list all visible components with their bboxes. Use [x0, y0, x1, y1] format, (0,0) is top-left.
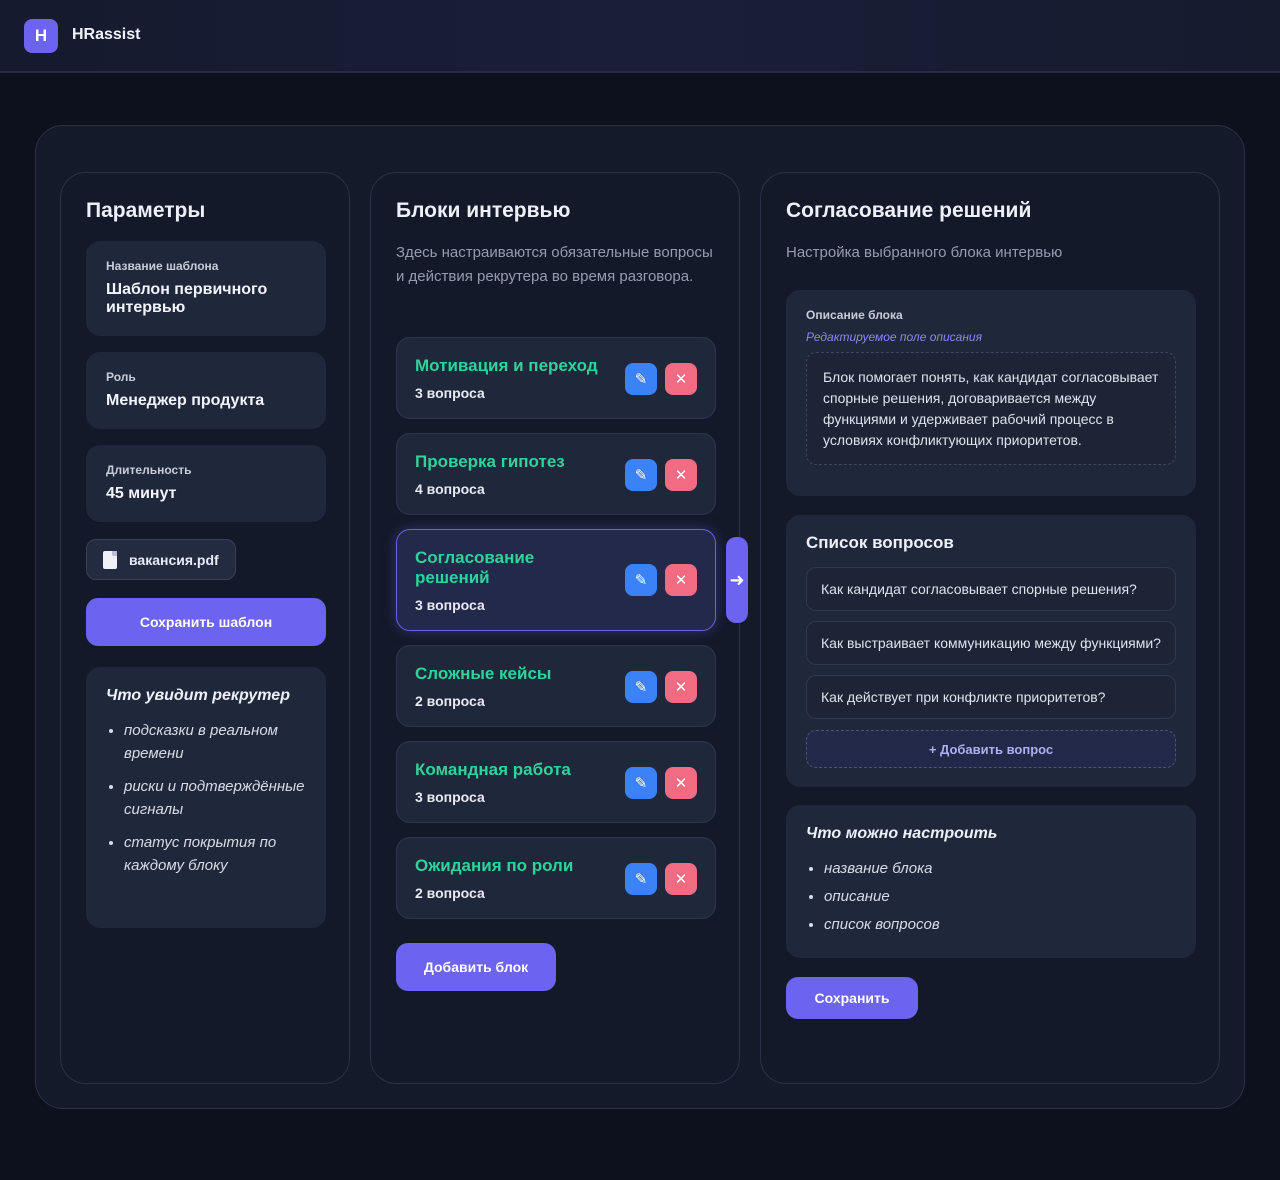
block-title: Согласование решений — [415, 548, 535, 587]
block-card[interactable]: Командная работа 3 вопроса ✎ ✕ — [396, 741, 716, 823]
blocks-column: Блоки интервью Здесь настраиваются обяза… — [370, 172, 740, 1084]
block-title: Сложные кейсы — [415, 664, 552, 683]
delete-icon[interactable]: ✕ — [665, 767, 697, 799]
configurable-title: Что можно настроить — [806, 825, 998, 842]
block-card[interactable]: Проверка гипотез 4 вопроса ✎ ✕ — [396, 433, 716, 515]
role-field[interactable]: Роль Менеджер продукта — [86, 352, 326, 429]
field-value: Менеджер продукта — [106, 392, 265, 409]
list-item: подсказки в реальном времени — [124, 719, 306, 765]
list-item: название блока — [824, 857, 1176, 880]
block-count: 3 вопроса — [415, 385, 485, 401]
block-title: Проверка гипотез — [415, 452, 565, 471]
delete-icon[interactable]: ✕ — [665, 459, 697, 491]
description-card: Описание блока Редактируемое поле описан… — [786, 290, 1196, 496]
add-question-button[interactable]: + Добавить вопрос — [806, 730, 1176, 768]
block-title: Командная работа — [415, 760, 571, 779]
block-card[interactable]: Мотивация и переход 3 вопроса ✎ ✕ — [396, 337, 716, 419]
edit-icon[interactable]: ✎ — [625, 564, 657, 596]
block-card[interactable]: Ожидания по роли 2 вопроса ✎ ✕ — [396, 837, 716, 919]
block-card-selected[interactable]: Согласование решений 3 вопроса ✎ ✕ — [396, 529, 716, 631]
block-count: 3 вопроса — [415, 789, 485, 805]
save-button[interactable]: Сохранить — [786, 977, 918, 1019]
edit-icon[interactable]: ✎ — [625, 863, 657, 895]
field-value: Шаблон первичного интервью — [106, 281, 268, 316]
description-label: Описание блока — [806, 308, 903, 322]
file-name: вакансия.pdf — [129, 551, 219, 568]
detail-title: Согласование решений — [786, 199, 1032, 222]
block-count: 3 вопроса — [415, 597, 485, 613]
list-item: описание — [824, 885, 1176, 908]
description-hint: Редактируемое поле описания — [806, 330, 983, 344]
params-title: Параметры — [86, 199, 206, 222]
recruiter-view-card: Что увидит рекрутер подсказки в реальном… — [86, 667, 326, 928]
questions-title: Список вопросов — [806, 533, 954, 552]
edit-icon[interactable]: ✎ — [625, 363, 657, 395]
edit-icon[interactable]: ✎ — [625, 767, 657, 799]
blocks-subtitle: Здесь настраиваются обязательные вопросы… — [396, 244, 713, 285]
top-bar: H HRassist — [0, 0, 1280, 73]
add-block-button[interactable]: Добавить блок — [396, 943, 556, 991]
arrow-right-icon[interactable]: ➜ — [726, 537, 748, 623]
field-label: Длительность — [106, 463, 192, 477]
questions-card: Список вопросов Как кандидат согласовыва… — [786, 515, 1196, 787]
app-name: HRassist — [72, 26, 141, 43]
save-template-button[interactable]: Сохранить шаблон — [86, 598, 326, 646]
duration-field[interactable]: Длительность 45 минут — [86, 445, 326, 522]
field-value: 45 минут — [106, 485, 177, 502]
block-count: 4 вопроса — [415, 481, 485, 497]
detail-subtitle: Настройка выбранного блока интервью — [786, 244, 1063, 261]
app-logo: H — [24, 19, 58, 53]
question-item[interactable]: Как действует при конфликте приоритетов? — [806, 675, 1176, 719]
attached-file-chip[interactable]: вакансия.pdf — [86, 539, 236, 580]
block-count: 2 вопроса — [415, 885, 485, 901]
configurable-card: Что можно настроить название блока описа… — [786, 805, 1196, 958]
list-item: риски и подтверждённые сигналы — [124, 775, 306, 821]
document-icon — [103, 550, 117, 569]
recruiter-view-list: подсказки в реальном времени риски и под… — [106, 719, 306, 877]
params-column: Параметры Название шаблона Шаблон первич… — [60, 172, 350, 1084]
list-item: статус покрытия по каждому блоку — [124, 831, 306, 877]
description-textarea[interactable]: Блок помогает понять, как кандидат согла… — [806, 352, 1176, 465]
block-count: 2 вопроса — [415, 693, 485, 709]
recruiter-view-title: Что увидит рекрутер — [106, 687, 290, 704]
delete-icon[interactable]: ✕ — [665, 363, 697, 395]
block-card[interactable]: Сложные кейсы 2 вопроса ✎ ✕ — [396, 645, 716, 727]
block-title: Мотивация и переход — [415, 356, 598, 375]
question-item[interactable]: Как кандидат согласовывает спорные решен… — [806, 567, 1176, 611]
field-label: Роль — [106, 370, 136, 384]
delete-icon[interactable]: ✕ — [665, 671, 697, 703]
edit-icon[interactable]: ✎ — [625, 671, 657, 703]
field-label: Название шаблона — [106, 259, 219, 273]
detail-column: Согласование решений Настройка выбранног… — [760, 172, 1220, 1084]
block-title: Ожидания по роли — [415, 856, 574, 875]
question-item[interactable]: Как выстраивает коммуникацию между функц… — [806, 621, 1176, 665]
edit-icon[interactable]: ✎ — [625, 459, 657, 491]
delete-icon[interactable]: ✕ — [665, 863, 697, 895]
delete-icon[interactable]: ✕ — [665, 564, 697, 596]
list-item: список вопросов — [824, 913, 1176, 936]
configurable-list: название блока описание список вопросов — [806, 857, 1176, 936]
blocks-title: Блоки интервью — [396, 199, 571, 222]
template-name-field[interactable]: Название шаблона Шаблон первичного интер… — [86, 241, 326, 336]
